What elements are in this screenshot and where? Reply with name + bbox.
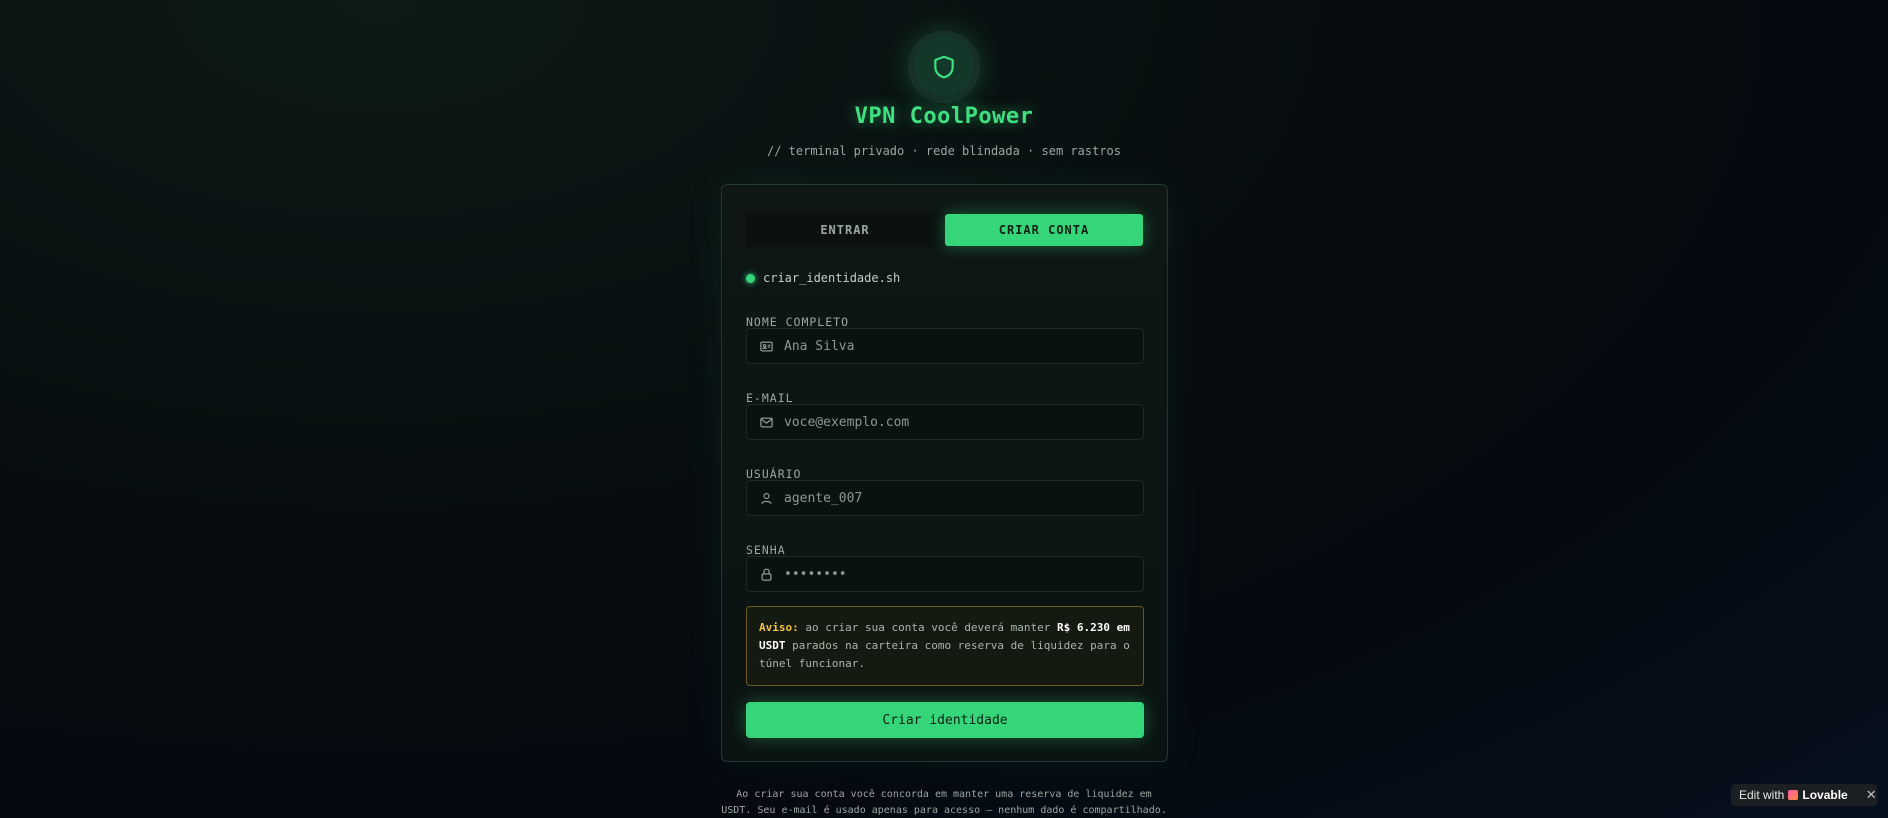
full-name-field[interactable] xyxy=(746,328,1144,364)
script-name: criar_identidade.sh xyxy=(763,271,901,285)
mail-icon xyxy=(760,417,773,427)
app-tagline: // terminal privado · rede blindada · se… xyxy=(766,144,1121,158)
script-indicator: criar_identidade.sh xyxy=(746,271,900,285)
page: VPN CoolPower // terminal privado · rede… xyxy=(0,0,1888,818)
lovable-heart-icon xyxy=(1788,790,1799,800)
password-input[interactable] xyxy=(784,566,1124,582)
id-card-icon xyxy=(760,341,773,351)
username-field[interactable] xyxy=(746,480,1144,516)
username-input[interactable] xyxy=(784,490,1124,506)
user-icon xyxy=(761,492,772,504)
logo-badge xyxy=(908,31,980,103)
auth-tabs: ENTRAR CRIAR CONTA xyxy=(746,213,1144,247)
notice-text-after: parados na carteira como reserva de liqu… xyxy=(759,639,1130,670)
create-identity-button[interactable]: Criar identidade xyxy=(746,702,1144,738)
lock-icon xyxy=(761,568,772,581)
notice-prefix: Aviso: xyxy=(759,621,799,634)
email-label: E-MAIL xyxy=(746,391,794,405)
notice-text-before: ao criar sua conta você deverá manter xyxy=(798,621,1058,634)
tab-login[interactable]: ENTRAR xyxy=(746,213,944,247)
status-dot xyxy=(746,273,755,283)
password-label: SENHA xyxy=(746,543,786,557)
auth-card: ENTRAR CRIAR CONTA criar_identidade.sh N… xyxy=(721,184,1168,762)
tab-create-account[interactable]: CRIAR CONTA xyxy=(945,214,1143,246)
email-input[interactable] xyxy=(784,414,1124,430)
username-label: USUÁRIO xyxy=(746,467,802,481)
badge-brand: Lovable xyxy=(1802,788,1848,802)
email-field[interactable] xyxy=(746,404,1144,440)
full-name-input[interactable] xyxy=(784,338,1124,354)
footer-disclaimer: Ao criar sua conta você concorda em mant… xyxy=(721,789,1167,816)
badge-prefix: Edit with xyxy=(1739,788,1785,802)
password-field[interactable] xyxy=(746,556,1144,592)
app-title: VPN CoolPower xyxy=(854,104,1034,129)
shield-icon xyxy=(934,55,954,79)
edit-with-lovable-badge[interactable]: Edit with Lovable ✕ xyxy=(1731,784,1877,806)
close-icon[interactable]: ✕ xyxy=(1866,787,1877,803)
liquidity-notice: Aviso: ao criar sua conta você deverá ma… xyxy=(746,606,1144,686)
full-name-label: NOME COMPLETO xyxy=(746,315,850,329)
